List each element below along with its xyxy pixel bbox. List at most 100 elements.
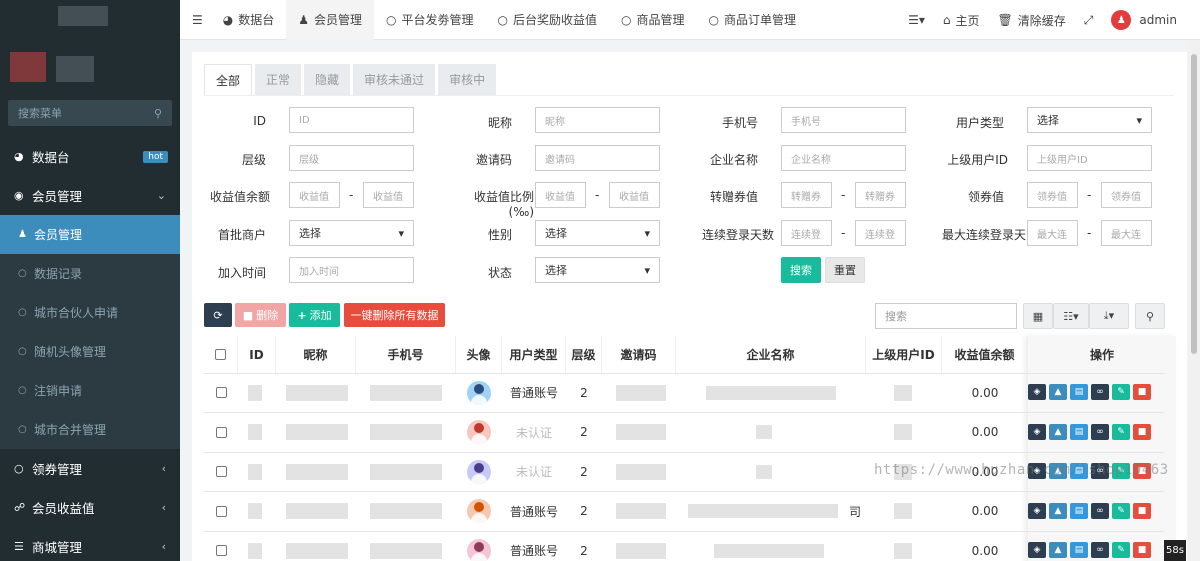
- merchant-select[interactable]: 选择 ▾: [289, 220, 414, 246]
- sidebar-sub-data-records[interactable]: ○ 数据记录: [0, 254, 180, 293]
- sidebar-item-earnings[interactable]: ☍ 会员收益值 ‹: [0, 488, 180, 527]
- edit-icon[interactable]: ✎: [1112, 542, 1130, 558]
- gift-max-input[interactable]: 转赠券: [855, 182, 906, 208]
- link-icon[interactable]: ∞: [1091, 542, 1109, 558]
- row-checkbox[interactable]: [215, 387, 227, 398]
- sidebar-item-coupons[interactable]: ○ 领券管理 ‹: [0, 449, 180, 488]
- tab-dashboard[interactable]: ◕ 数据台: [211, 0, 287, 40]
- delete-button[interactable]: ■ 删除: [235, 303, 286, 327]
- sidebar-item-mall[interactable]: ☰ 商城管理 ‹: [0, 527, 180, 561]
- refresh-button[interactable]: ⟳: [204, 303, 232, 327]
- id-card-icon[interactable]: ▤: [1070, 542, 1088, 558]
- phone-input[interactable]: 手机号: [781, 107, 906, 133]
- edit-icon[interactable]: ✎: [1112, 384, 1130, 400]
- select-all-checkbox[interactable]: [215, 349, 226, 360]
- col-parent-id[interactable]: 上级用户ID: [866, 336, 942, 373]
- trash-icon[interactable]: ■: [1133, 542, 1151, 558]
- trash-icon[interactable]: ■: [1133, 502, 1151, 519]
- id-card-icon[interactable]: ▤: [1070, 502, 1088, 519]
- filter-tab-pending[interactable]: 审核中: [438, 64, 497, 95]
- trash-icon[interactable]: ■: [1133, 423, 1151, 440]
- row-checkbox[interactable]: [215, 466, 227, 477]
- delete-all-button[interactable]: 一键删除所有数据: [344, 303, 445, 327]
- user-menu[interactable]: ♟ admin: [1102, 0, 1186, 40]
- link-icon[interactable]: ∞: [1091, 502, 1109, 519]
- thumbs-up-icon[interactable]: ▲: [1049, 384, 1067, 400]
- sidebar-sub-cancel-apply[interactable]: ○ 注销申请: [0, 371, 180, 410]
- join-time-input[interactable]: 加入时间: [289, 257, 414, 283]
- max-login-min-input[interactable]: 最大连: [1027, 220, 1078, 246]
- tab-product-orders[interactable]: ○ 商品订单管理: [697, 0, 809, 40]
- leaf-icon[interactable]: ◈: [1028, 542, 1046, 558]
- ratio-max-input[interactable]: 收益值: [609, 182, 660, 208]
- toggle-view-button[interactable]: ▦: [1023, 303, 1053, 329]
- add-button[interactable]: + 添加: [289, 303, 340, 327]
- thumbs-up-icon[interactable]: ▲: [1049, 423, 1067, 440]
- leaf-icon[interactable]: ◈: [1028, 423, 1046, 440]
- filter-tab-rejected[interactable]: 审核未通过: [353, 64, 436, 95]
- max-login-max-input[interactable]: 最大连: [1101, 220, 1152, 246]
- sidebar-sub-partner-apply[interactable]: ○ 城市合伙人申请: [0, 293, 180, 332]
- menu-search-input[interactable]: 搜索菜单 ⚲: [8, 100, 172, 126]
- leaf-icon[interactable]: ◈: [1028, 384, 1046, 400]
- clear-cache-link[interactable]: 🗑 清除缓存: [989, 0, 1075, 40]
- sidebar-item-dashboard[interactable]: ◕ 数据台 hot: [0, 137, 180, 176]
- table-row[interactable]: 未认证 2 0.00 ◈ ▲ ▤ ∞ ✎ ■: [204, 413, 1164, 453]
- login-days-max-input[interactable]: 连续登: [855, 220, 906, 246]
- filter-tab-all[interactable]: 全部: [204, 64, 253, 95]
- edit-icon[interactable]: ✎: [1112, 423, 1130, 440]
- search-button[interactable]: 搜索: [781, 257, 821, 283]
- thumbs-up-icon[interactable]: ▲: [1049, 542, 1067, 558]
- gender-select[interactable]: 选择 ▾: [535, 220, 660, 246]
- trash-icon[interactable]: ■: [1133, 384, 1151, 400]
- id-input[interactable]: ID: [289, 107, 414, 133]
- tab-platform-coupons[interactable]: ○ 平台发劵管理: [374, 0, 486, 40]
- id-card-icon[interactable]: ▤: [1070, 384, 1088, 400]
- table-row[interactable]: 普通账号 2 0.00 ◈ ▲ ▤ ∞ ✎ ■: [204, 373, 1164, 413]
- table-search-input[interactable]: 搜索: [875, 303, 1017, 329]
- coupon-min-input[interactable]: 领券值: [1027, 182, 1078, 208]
- filter-tab-normal[interactable]: 正常: [255, 64, 302, 95]
- export-button[interactable]: ⤓▾: [1089, 303, 1129, 329]
- edit-icon[interactable]: ✎: [1112, 502, 1130, 519]
- parent-id-input[interactable]: 上级用户ID: [1027, 145, 1152, 171]
- invite-input[interactable]: 邀请码: [535, 145, 660, 171]
- fullscreen-icon[interactable]: ⤢: [1075, 0, 1103, 40]
- nickname-input[interactable]: 昵称: [535, 107, 660, 133]
- table-row[interactable]: 普通账号 2 司 0.00 ◈ ▲ ▤ ∞ ✎ ■: [204, 492, 1164, 532]
- login-days-min-input[interactable]: 连续登: [781, 220, 832, 246]
- filter-tab-hidden[interactable]: 隐藏: [304, 64, 351, 95]
- menu-list-dropdown[interactable]: ☰▾: [899, 0, 934, 40]
- columns-button[interactable]: ☷▾: [1053, 303, 1089, 329]
- col-id[interactable]: ID: [238, 336, 276, 373]
- table-row[interactable]: 普通账号 2 0.00 ◈ ▲ ▤ ∞ ✎ ■: [204, 531, 1164, 561]
- id-card-icon[interactable]: ▤: [1070, 423, 1088, 440]
- company-input[interactable]: 企业名称: [781, 145, 906, 171]
- home-link[interactable]: ⌂ 主页: [934, 0, 989, 40]
- link-icon[interactable]: ∞: [1091, 384, 1109, 400]
- ratio-min-input[interactable]: 收益值: [535, 182, 586, 208]
- sidebar-item-members[interactable]: ◉ 会员管理 ⌄: [0, 176, 180, 215]
- sidebar-sub-avatar-manage[interactable]: ○ 随机头像管理: [0, 332, 180, 371]
- balance-min-input[interactable]: 收益值: [289, 182, 340, 208]
- status-select[interactable]: 选择 ▾: [535, 257, 660, 283]
- thumbs-up-icon[interactable]: ▲: [1049, 502, 1067, 519]
- balance-max-input[interactable]: 收益值: [363, 182, 414, 208]
- sidebar-toggle-icon[interactable]: ☰: [180, 0, 211, 40]
- level-input[interactable]: 层级: [289, 145, 414, 171]
- gift-min-input[interactable]: 转赠券: [781, 182, 832, 208]
- row-checkbox[interactable]: [215, 545, 227, 556]
- leaf-icon[interactable]: ◈: [1028, 502, 1046, 519]
- row-checkbox[interactable]: [215, 426, 227, 438]
- row-checkbox[interactable]: [215, 505, 227, 517]
- tab-reward-earnings[interactable]: ○ 后台奖励收益值: [486, 0, 610, 40]
- sidebar-sub-members[interactable]: ♟ 会员管理: [0, 215, 180, 254]
- tab-products[interactable]: ○ 商品管理: [609, 0, 697, 40]
- sidebar-sub-city-merge[interactable]: ○ 城市合并管理: [0, 410, 180, 449]
- advanced-search-button[interactable]: ⚲: [1135, 303, 1165, 329]
- reset-button[interactable]: 重置: [825, 257, 865, 283]
- link-icon[interactable]: ∞: [1091, 423, 1109, 440]
- coupon-max-input[interactable]: 领券值: [1101, 182, 1152, 208]
- page-scrollbar[interactable]: [1188, 40, 1200, 561]
- tab-members[interactable]: ♟ 会员管理: [286, 0, 375, 40]
